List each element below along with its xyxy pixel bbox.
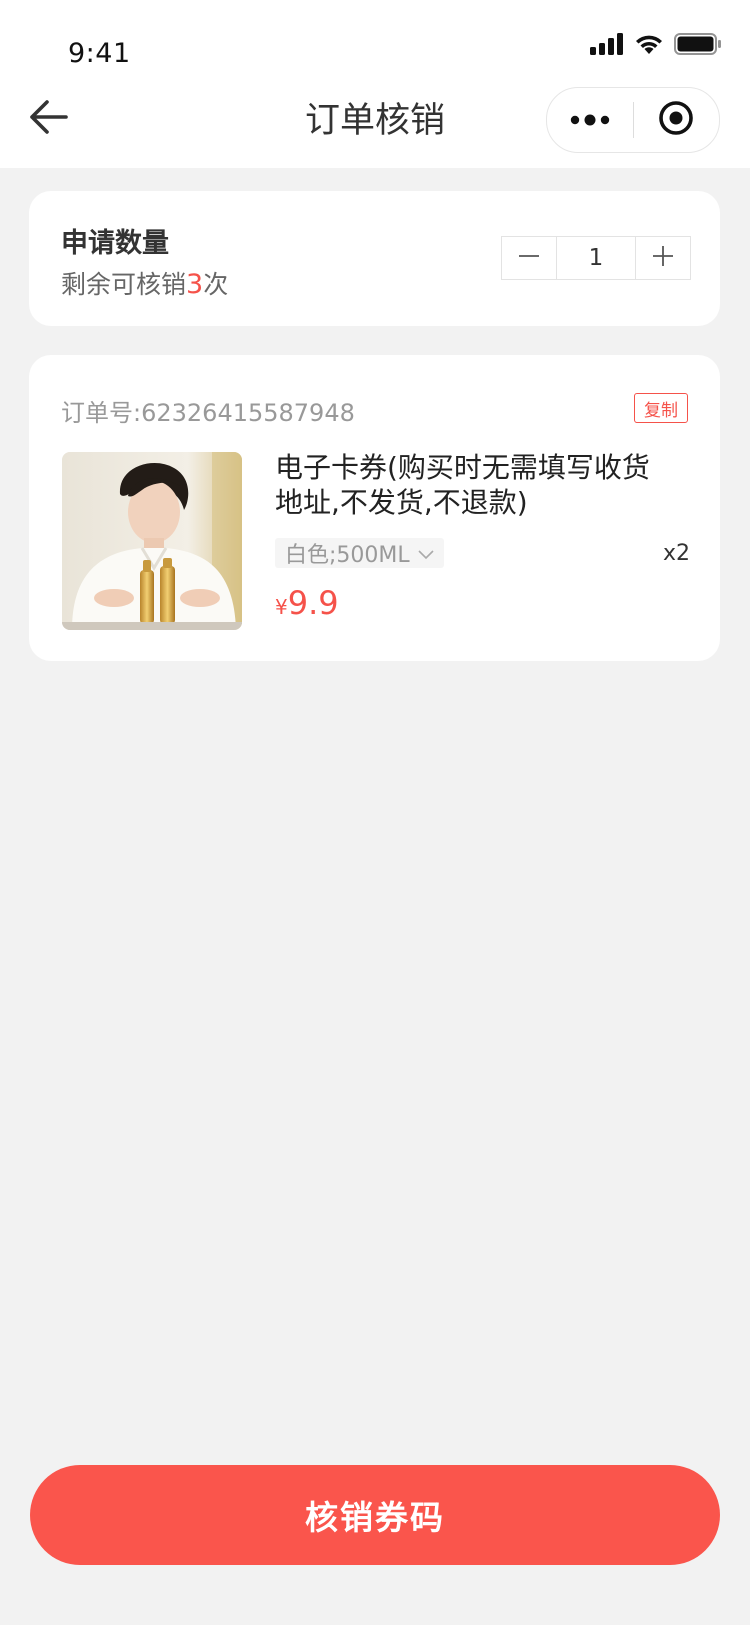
copy-button[interactable]: 复制 [634,393,688,423]
plus-icon [652,245,674,271]
price: ¥9.9 [275,584,339,622]
order-number-value: 62326415587948 [141,399,355,427]
quantity-stepper: 1 [501,236,691,280]
product-image[interactable] [62,452,242,630]
status-time: 9:41 [68,38,131,69]
remaining-prefix: 剩余可核销 [61,270,187,299]
remaining-count-text: 剩余可核销3次 [61,265,228,301]
item-quantity: x2 [662,541,690,566]
battery-icon [674,33,722,59]
remaining-suffix: 次 [203,270,229,299]
wifi-icon [634,33,664,59]
price-value: 9.9 [287,584,339,622]
signal-icon [590,33,624,59]
increase-button[interactable] [636,237,690,279]
order-card: 订单号:62326415587948 复制 电子卡券(购买时无需填写收货地址,不… [29,355,720,661]
decrease-button[interactable] [502,237,556,279]
top-bar: 9:41 订单核销 [0,0,750,168]
order-number-label: 订单号: [61,399,142,427]
spec-text: 白色;500ML [285,543,410,568]
order-number: 订单号:62326415587948 [61,393,355,428]
target-circle-icon [658,100,694,140]
spec-selector[interactable]: 白色;500ML [275,538,444,568]
minus-icon [518,245,540,271]
mini-program-capsule [546,87,720,153]
quantity-value[interactable]: 1 [556,237,636,279]
remaining-count: 3 [186,269,204,300]
status-icons [590,33,722,59]
more-button[interactable] [547,88,633,152]
product-name: 电子卡券(购买时无需填写收货地址,不发货,不退款) [275,451,650,519]
verify-coupon-button[interactable]: 核销券码 [30,1465,720,1565]
quantity-title: 申请数量 [61,228,169,259]
more-dots-icon [570,111,610,130]
close-miniprogram-button[interactable] [634,88,720,152]
currency-symbol: ¥ [275,595,288,619]
quantity-card: 申请数量 剩余可核销3次 1 [29,191,720,326]
chevron-down-icon [418,541,434,566]
